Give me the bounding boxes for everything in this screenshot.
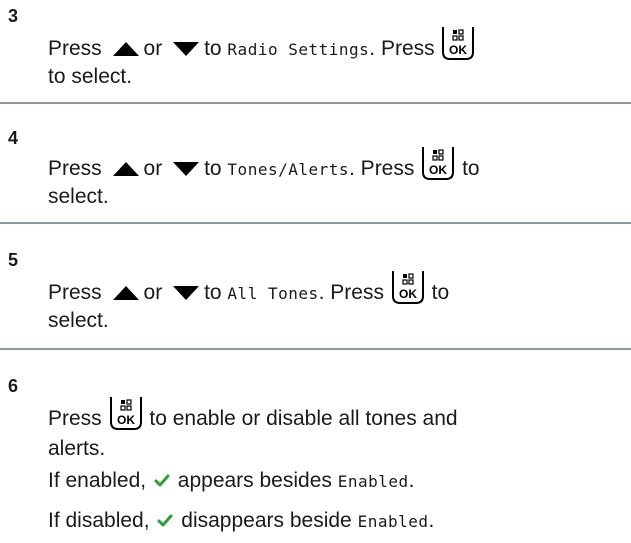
menu-ok-button-icon: OK [109, 397, 142, 431]
enabled-item: Enabled [337, 472, 409, 491]
step-text-line-1: Press or to Tones/Alerts. Press OK to [48, 147, 480, 183]
svg-text:OK: OK [117, 413, 135, 427]
menu-item: Tones/Alerts [227, 160, 350, 179]
divider [0, 222, 631, 224]
step-number: 6 [8, 376, 19, 396]
step-text-line-2: select. [48, 309, 109, 332]
disabled-note: If disabled, disappears beside Enabled. [48, 509, 435, 532]
up-arrow-icon [112, 286, 139, 301]
menu-ok-button-icon: OK [391, 271, 424, 305]
down-arrow-icon [173, 42, 200, 57]
step-text-line-2: select. [48, 185, 109, 208]
step-text-line-1: Press OK to enable or disable all tones … [48, 397, 458, 432]
checkmark-icon [154, 474, 170, 487]
menu-ok-button-icon: OK [422, 147, 455, 181]
svg-text:OK: OK [399, 287, 417, 301]
up-arrow-icon [112, 162, 139, 177]
checkmark-icon [157, 514, 173, 527]
down-arrow-icon [173, 162, 200, 177]
svg-text:OK: OK [449, 43, 467, 57]
step-text-line-1: Press or to Radio Settings. Press OK [48, 27, 476, 63]
divider [0, 102, 631, 104]
step-number: 5 [8, 250, 19, 270]
menu-item: Radio Settings [227, 40, 370, 59]
enabled-note: If enabled, appears besides Enabled. [48, 469, 415, 492]
down-arrow-icon [173, 286, 200, 301]
menu-item: All Tones [227, 284, 319, 303]
step-number: 3 [8, 6, 19, 26]
step-number: 4 [8, 128, 19, 148]
step-text-line-2: alerts. [48, 437, 106, 460]
enabled-item: Enabled [357, 512, 429, 531]
divider [0, 348, 631, 350]
up-arrow-icon [112, 42, 139, 57]
step-text-line-2: to select. [48, 65, 133, 88]
svg-text:OK: OK [429, 163, 447, 177]
step-text-line-1: Press or to All Tones. Press OK to [48, 271, 449, 307]
menu-ok-button-icon: OK [442, 27, 475, 61]
